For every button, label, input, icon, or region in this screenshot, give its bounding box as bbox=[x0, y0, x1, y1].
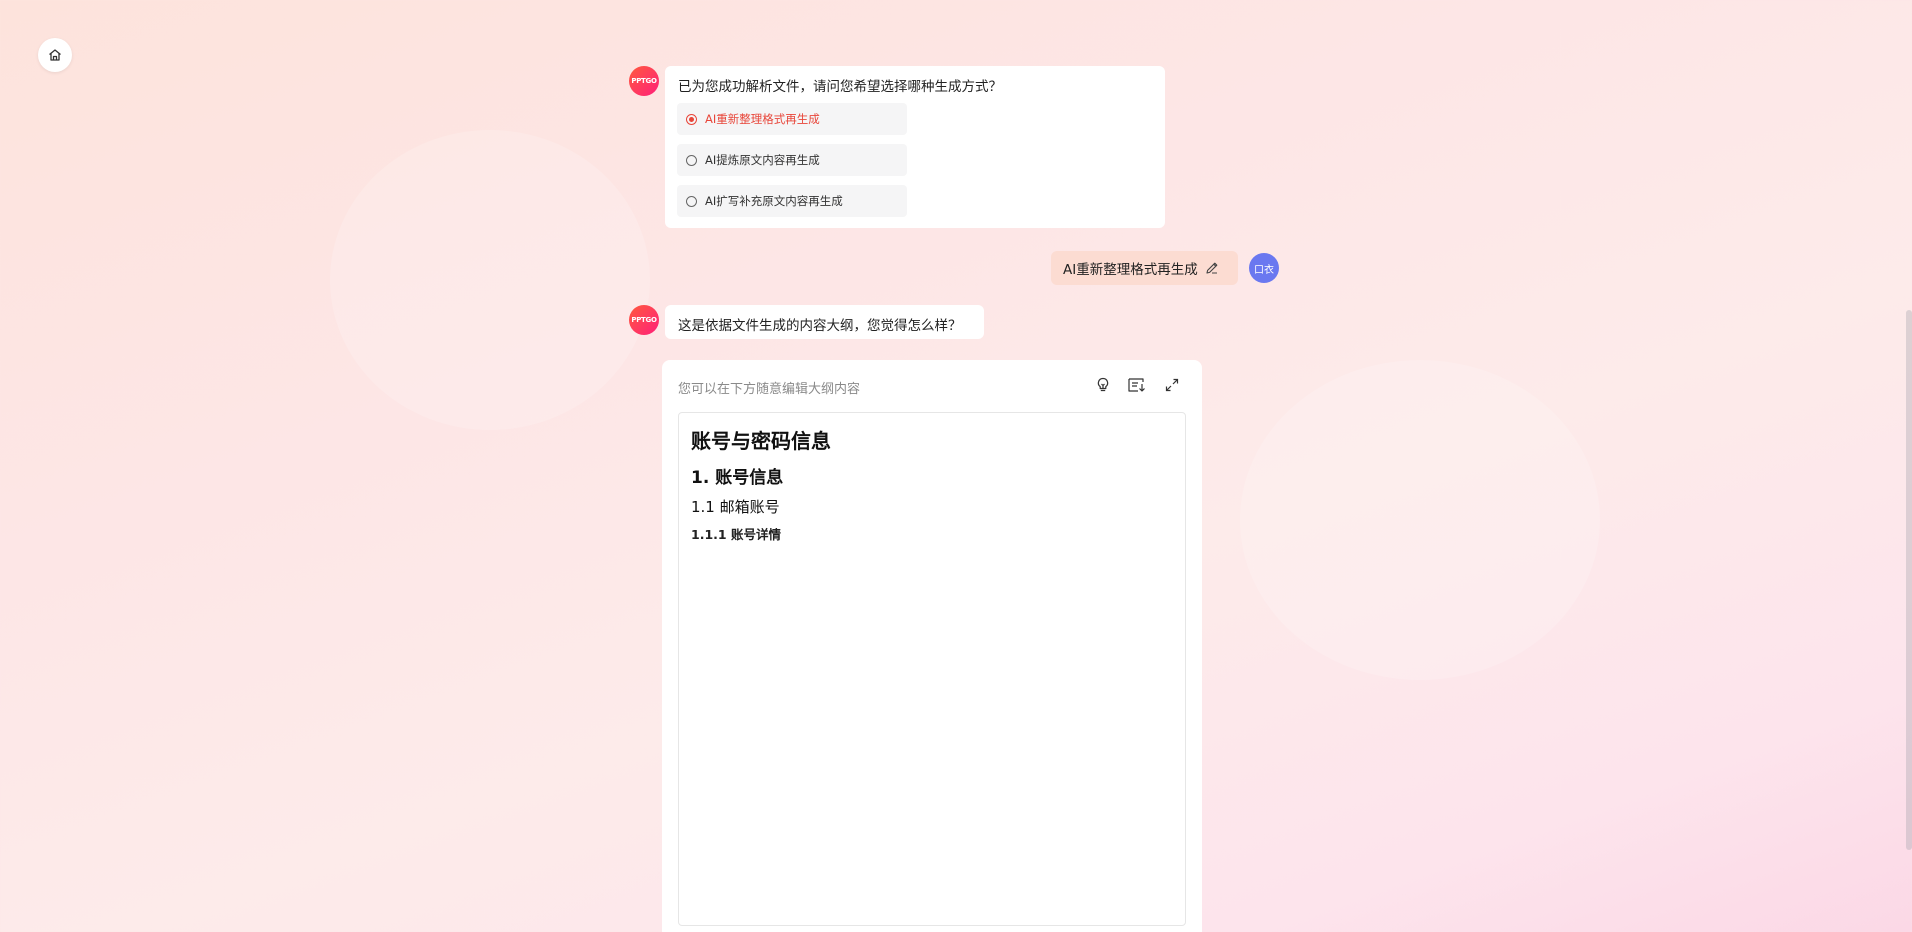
home-button[interactable] bbox=[38, 38, 72, 72]
user-avatar: 口衣 bbox=[1249, 253, 1279, 283]
radio-icon bbox=[686, 195, 697, 207]
option-expand[interactable]: AI扩写补充原文内容再生成 bbox=[677, 185, 907, 217]
user-message: AI重新整理格式再生成 bbox=[1051, 251, 1238, 285]
radio-icon bbox=[686, 154, 697, 166]
background-decoration bbox=[1240, 360, 1600, 680]
radio-checked-icon bbox=[686, 113, 697, 125]
list-download-icon[interactable] bbox=[1126, 374, 1148, 396]
choice-message: 已为您成功解析文件，请问您希望选择哪种生成方式？ AI重新整理格式再生成 AI提… bbox=[665, 66, 1165, 228]
option-label: AI扩写补充原文内容再生成 bbox=[705, 194, 843, 208]
home-icon bbox=[49, 49, 61, 61]
expand-icon[interactable] bbox=[1161, 374, 1183, 396]
user-message-text: AI重新整理格式再生成 bbox=[1063, 262, 1198, 278]
edit-icon[interactable] bbox=[1204, 260, 1220, 276]
outline-intro-text: 这是依据文件生成的内容大纲，您觉得怎么样？ bbox=[678, 318, 962, 334]
lightbulb-icon[interactable] bbox=[1092, 374, 1114, 396]
page-scrollbar[interactable] bbox=[1906, 310, 1912, 850]
option-reformat[interactable]: AI重新整理格式再生成 bbox=[677, 103, 907, 135]
option-label: AI重新整理格式再生成 bbox=[705, 112, 820, 126]
outline-hint: 您可以在下方随意编辑大纲内容 bbox=[678, 382, 861, 397]
outline-title: 账号与密码信息 bbox=[691, 429, 831, 453]
option-label: AI提炼原文内容再生成 bbox=[705, 153, 820, 167]
outline-subsubsection: 1.1.1 账号详情 bbox=[691, 527, 781, 542]
outline-section: 1. 账号信息 bbox=[691, 468, 784, 488]
background-decoration bbox=[330, 130, 650, 430]
outline-card: 您可以在下方随意编辑大纲内容 账号与密码信息 1. 账号信息 1.1 邮箱账号 … bbox=[662, 360, 1202, 932]
bot-avatar: PPTGO bbox=[629, 66, 659, 96]
outline-subsection: 1.1 邮箱账号 bbox=[691, 498, 780, 516]
choice-question: 已为您成功解析文件，请问您希望选择哪种生成方式？ bbox=[678, 79, 1002, 95]
outline-editor[interactable]: 账号与密码信息 1. 账号信息 1.1 邮箱账号 1.1.1 账号详情 bbox=[678, 412, 1186, 926]
bot-avatar: PPTGO bbox=[629, 305, 659, 335]
outline-intro-message: 这是依据文件生成的内容大纲，您觉得怎么样？ bbox=[665, 305, 984, 339]
option-extract[interactable]: AI提炼原文内容再生成 bbox=[677, 144, 907, 176]
